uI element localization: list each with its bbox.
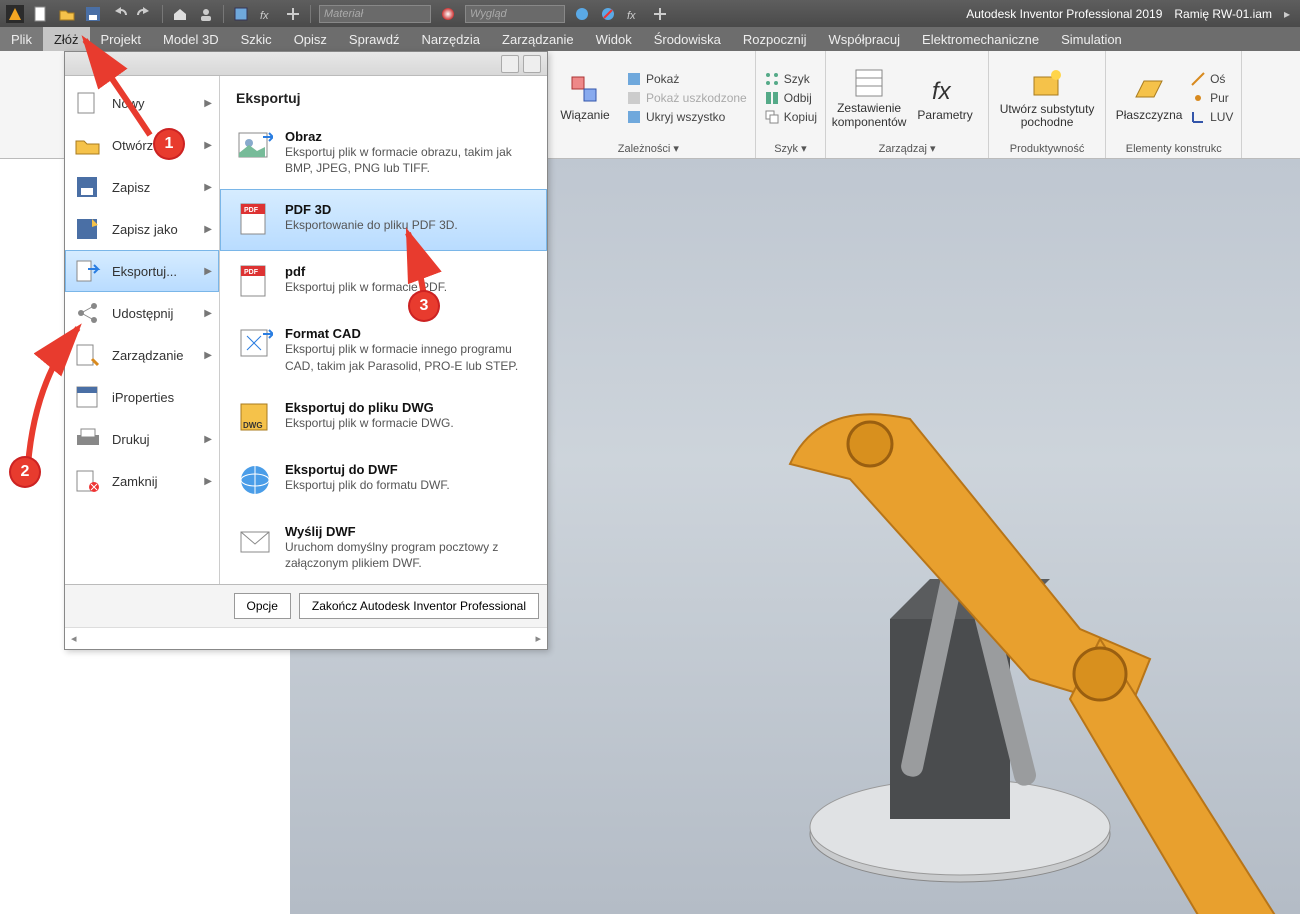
svg-text:fx: fx — [260, 10, 269, 22]
menu-simulation[interactable]: Simulation — [1050, 27, 1133, 51]
appearance-combo[interactable]: Wygląd — [465, 5, 565, 23]
annotation-marker-2: 2 — [11, 458, 39, 486]
menu-sprawdz[interactable]: Sprawdź — [338, 27, 411, 51]
ribbon-group-produktywnosc: Produktywność — [997, 141, 1097, 158]
svg-text:fx: fx — [627, 10, 636, 22]
plus-icon[interactable] — [284, 5, 302, 23]
menu-zarzadzanie[interactable]: Zarządzanie — [491, 27, 585, 51]
ribbon-punkt-button[interactable]: Pur — [1190, 90, 1233, 106]
menu-wspolpracuj[interactable]: Współpracuj — [818, 27, 912, 51]
file-item-zapisz-jako[interactable]: Zapisz jako▶ — [65, 208, 219, 250]
ribbon-wiazanie-button[interactable]: Wiązanie — [550, 73, 620, 122]
appearance-apply-icon[interactable] — [573, 5, 591, 23]
ribbon-pokaz-uszkodzone-button[interactable]: Pokaż uszkodzone — [626, 90, 747, 106]
dwf-icon — [237, 462, 273, 498]
material-picker-icon[interactable] — [439, 5, 457, 23]
menu-narzedzia[interactable]: Narzędzia — [411, 27, 492, 51]
svg-text:fx: fx — [932, 78, 952, 105]
ribbon-luw-button[interactable]: LUV — [1190, 109, 1233, 125]
ribbon-group-elementy: Elementy konstrukc — [1114, 141, 1233, 158]
export-obraz[interactable]: ObrazEksportuj plik w formacie obrazu, t… — [220, 116, 547, 189]
ribbon-kopiuj-button[interactable]: Kopiuj — [764, 109, 817, 125]
appearance-remove-icon[interactable] — [599, 5, 617, 23]
export-dwg[interactable]: DWG Eksportuj do pliku DWGEksportuj plik… — [220, 387, 547, 449]
model-mechanical-arm — [590, 279, 1300, 914]
team-icon[interactable] — [197, 5, 215, 23]
save-file-icon — [74, 175, 102, 199]
redo-icon[interactable] — [136, 5, 154, 23]
export-header: Eksportuj — [220, 76, 547, 116]
plus2-icon[interactable] — [651, 5, 669, 23]
menu-rozpocznij[interactable]: Rozpocznij — [732, 27, 818, 51]
home-icon[interactable] — [171, 5, 189, 23]
file-item-eksportuj[interactable]: Eksportuj...▶ — [65, 250, 219, 292]
app-name: Autodesk Inventor Professional 2019 — [966, 7, 1162, 21]
material-combo[interactable]: Materiał — [319, 5, 431, 23]
menu-model3d[interactable]: Model 3D — [152, 27, 230, 51]
menu-opisz[interactable]: Opisz — [283, 27, 338, 51]
menu-szkic[interactable]: Szkic — [230, 27, 283, 51]
annotation-marker-1: 1 — [155, 130, 183, 158]
options-button[interactable]: Opcje — [234, 593, 291, 619]
ribbon-ukryj-button[interactable]: Ukryj wszystko — [626, 109, 747, 125]
export-wyslij-dwf[interactable]: Wyślij DWFUruchom domyślny program poczt… — [220, 511, 547, 584]
menu-elektromech[interactable]: Elektromechaniczne — [911, 27, 1050, 51]
fx-icon[interactable]: fx — [258, 5, 276, 23]
menu-widok[interactable]: Widok — [585, 27, 643, 51]
cad-icon — [237, 326, 273, 362]
file-menu-scroll[interactable]: ◂▸ — [65, 627, 547, 649]
ribbon-os-button[interactable]: Oś — [1190, 71, 1233, 87]
ribbon-szyk-button[interactable]: Szyk — [764, 71, 817, 87]
toolbar-pin-icon[interactable] — [501, 55, 519, 73]
menubar: Plik Złóż Projekt Model 3D Szkic Opisz S… — [0, 27, 1300, 51]
file-menu-right: Eksportuj ObrazEksportuj plik w formacie… — [219, 76, 547, 584]
file-menu-footer: Opcje Zakończ Autodesk Inventor Professi… — [65, 584, 547, 627]
export-dwf[interactable]: Eksportuj do DWFEksportuj plik do format… — [220, 449, 547, 511]
image-export-icon — [237, 129, 273, 165]
quick-access-toolbar: fx Materiał Wygląd fx — [0, 5, 675, 23]
export-cad[interactable]: Format CADEksportuj plik w formacie inne… — [220, 313, 547, 386]
fx2-icon[interactable]: fx — [625, 5, 643, 23]
svg-text:DWG: DWG — [243, 421, 263, 430]
pdf-icon: PDF — [237, 264, 273, 300]
undo-icon[interactable] — [110, 5, 128, 23]
new-icon[interactable] — [32, 5, 50, 23]
svg-text:PDF: PDF — [244, 207, 259, 214]
ribbon-pokaz-button[interactable]: Pokaż — [626, 71, 747, 87]
ribbon-group-zaleznosci: Zależności ▾ — [550, 140, 747, 158]
app-logo-icon — [6, 5, 24, 23]
document-name: Ramię RW-01.iam — [1174, 7, 1272, 21]
open-icon[interactable] — [58, 5, 76, 23]
cube-icon[interactable] — [232, 5, 250, 23]
exit-button[interactable]: Zakończ Autodesk Inventor Professional — [299, 593, 539, 619]
svg-text:PDF: PDF — [244, 269, 259, 276]
ribbon-zestawienie-button[interactable]: Zestawienie komponentów — [834, 66, 904, 128]
export-pdf3d[interactable]: PDF PDF 3DEksportowanie do pliku PDF 3D. — [220, 189, 547, 251]
save-icon[interactable] — [84, 5, 102, 23]
ribbon-parametry-button[interactable]: fx Parametry — [910, 73, 980, 122]
file-item-zapisz[interactable]: Zapisz▶ — [65, 166, 219, 208]
ribbon-plaszczyzna-button[interactable]: Płaszczyzna — [1114, 73, 1184, 122]
annotation-arrow-2 — [10, 300, 100, 470]
close-file-icon — [74, 469, 102, 493]
export-pdf[interactable]: PDF pdfEksportuj plik w formacie PDF. — [220, 251, 547, 313]
annotation-arrow-1 — [30, 25, 160, 155]
ribbon-substytuty-button[interactable]: Utwórz substytuty pochodne — [997, 67, 1097, 129]
mail-icon — [237, 524, 273, 560]
save-as-icon — [74, 217, 102, 241]
annotation-marker-3: 3 — [410, 292, 438, 320]
pdf3d-icon: PDF — [237, 202, 273, 238]
ribbon-group-zarzadzaj: Zarządzaj ▾ — [834, 140, 980, 158]
ribbon-group-szyk: Szyk ▾ — [764, 140, 817, 158]
ribbon-odbij-button[interactable]: Odbij — [764, 90, 817, 106]
export-icon — [74, 259, 102, 283]
titlebar: fx Materiał Wygląd fx Autodesk Inventor … — [0, 0, 1300, 27]
toolbar-recent-icon[interactable] — [523, 55, 541, 73]
dwg-icon: DWG — [237, 400, 273, 436]
menu-srodowiska[interactable]: Środowiska — [643, 27, 732, 51]
